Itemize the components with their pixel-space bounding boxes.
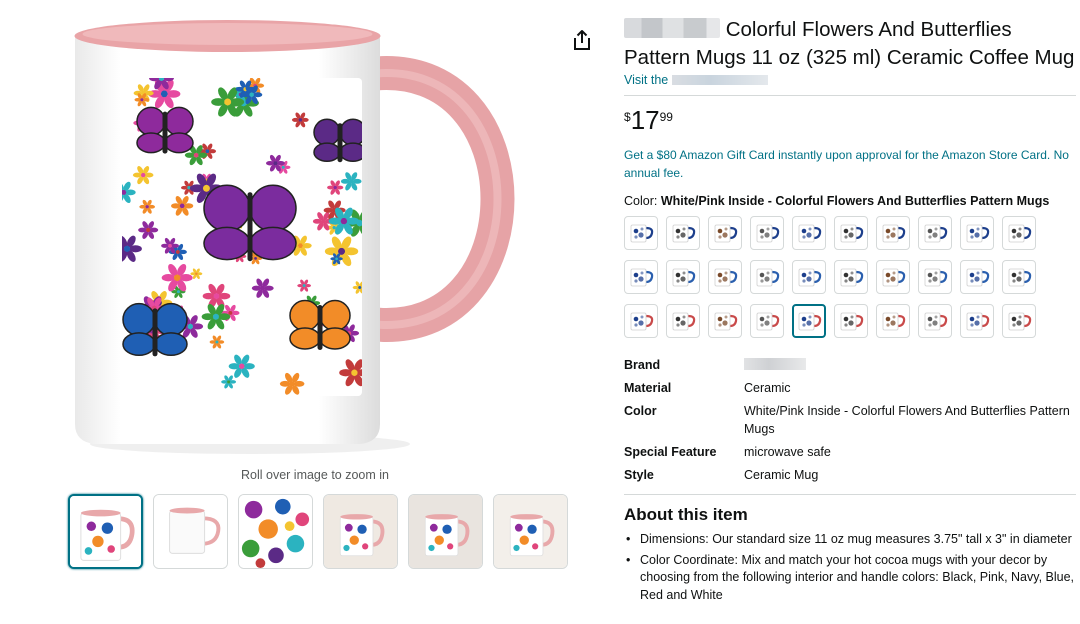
product-title: Colorful Flowers And Butterflies Pattern… [624, 16, 1076, 72]
spec-key: Special Feature [624, 445, 717, 459]
color-swatch[interactable] [876, 304, 910, 338]
color-swatch[interactable] [1002, 216, 1036, 250]
color-selected-name: White/Pink Inside - Colorful Flowers And… [660, 194, 1050, 208]
divider [624, 494, 1076, 495]
about-this-item-heading: About this item [624, 505, 748, 524]
color-swatch[interactable] [834, 304, 868, 338]
spec-value: White/Pink Inside - Colorful Flowers And… [744, 404, 1070, 436]
color-swatch[interactable] [834, 216, 868, 250]
color-swatch[interactable] [1002, 304, 1036, 338]
spec-row-special-feature: Special Feature microwave safe [624, 443, 1076, 461]
product-details: Colorful Flowers And Butterflies Pattern… [624, 16, 1076, 607]
product-specs: Brand Material Ceramic Color White/Pink … [624, 356, 1076, 484]
color-swatch[interactable] [750, 216, 784, 250]
color-swatch[interactable] [960, 216, 994, 250]
brand-value-redacted [744, 358, 806, 370]
brand-name-redacted [624, 18, 720, 38]
color-swatch[interactable] [708, 260, 742, 294]
store-card-promo-link[interactable]: Get a $80 Amazon Gift Card instantly upo… [624, 146, 1076, 182]
spec-row-style: Style Ceramic Mug [624, 466, 1076, 484]
about-bullets: Dimensions: Our standard size 11 oz mug … [624, 531, 1076, 604]
color-swatch[interactable] [708, 304, 742, 338]
color-swatch[interactable] [834, 260, 868, 294]
color-swatch[interactable] [750, 304, 784, 338]
zoom-hint: Roll over image to zoom in [241, 468, 389, 482]
product-thumbnail[interactable] [238, 494, 313, 569]
spec-key: Material [624, 381, 672, 395]
spec-key: Brand [624, 358, 661, 372]
color-swatch[interactable] [792, 304, 826, 338]
color-swatch[interactable] [624, 304, 658, 338]
color-swatch[interactable] [960, 304, 994, 338]
visit-store-prefix: Visit the [624, 73, 669, 87]
color-label-prefix: Color: [624, 194, 658, 208]
store-name-redacted [671, 75, 768, 85]
visit-store-link[interactable]: Visit the [624, 73, 1076, 87]
main-product-image[interactable] [70, 14, 560, 462]
price: $ 17 99 [624, 106, 1076, 134]
product-thumbnail[interactable] [323, 494, 398, 569]
about-bullet: Dimensions: Our standard size 11 oz mug … [624, 531, 1076, 549]
product-thumbnail[interactable] [408, 494, 483, 569]
spec-value: microwave safe [744, 445, 831, 459]
thumbnail-strip [68, 494, 568, 569]
color-swatch-grid [624, 216, 1076, 338]
color-swatch[interactable] [666, 260, 700, 294]
color-swatch[interactable] [666, 304, 700, 338]
color-swatch[interactable] [666, 216, 700, 250]
color-selection-label: Color: White/Pink Inside - Colorful Flow… [624, 194, 1076, 208]
color-swatch[interactable] [960, 260, 994, 294]
spec-row-material: Material Ceramic [624, 379, 1076, 397]
spec-value [744, 356, 1076, 374]
share-icon[interactable] [570, 28, 594, 52]
color-swatch[interactable] [918, 216, 952, 250]
spec-row-brand: Brand [624, 356, 1076, 374]
spec-key: Color [624, 404, 657, 418]
color-swatch[interactable] [918, 304, 952, 338]
color-swatch[interactable] [1002, 260, 1036, 294]
about-bullet: Color Coordinate: Mix and match your hot… [624, 552, 1076, 605]
color-swatch[interactable] [876, 260, 910, 294]
divider [624, 95, 1076, 96]
color-swatch[interactable] [624, 216, 658, 250]
color-swatch[interactable] [918, 260, 952, 294]
color-swatch[interactable] [708, 216, 742, 250]
price-symbol: $ [624, 110, 631, 124]
color-swatch[interactable] [792, 260, 826, 294]
product-thumbnail[interactable] [493, 494, 568, 569]
spec-value: Ceramic [744, 381, 791, 395]
spec-key: Style [624, 468, 654, 482]
color-swatch[interactable] [624, 260, 658, 294]
color-swatch[interactable] [750, 260, 784, 294]
spec-row-color: Color White/Pink Inside - Colorful Flowe… [624, 402, 1076, 438]
color-swatch[interactable] [876, 216, 910, 250]
price-whole: 17 [630, 105, 660, 135]
product-thumbnail[interactable] [153, 494, 228, 569]
color-swatch[interactable] [792, 216, 826, 250]
price-fraction: 99 [659, 110, 673, 124]
product-thumbnail[interactable] [68, 494, 143, 569]
spec-value: Ceramic Mug [744, 468, 819, 482]
